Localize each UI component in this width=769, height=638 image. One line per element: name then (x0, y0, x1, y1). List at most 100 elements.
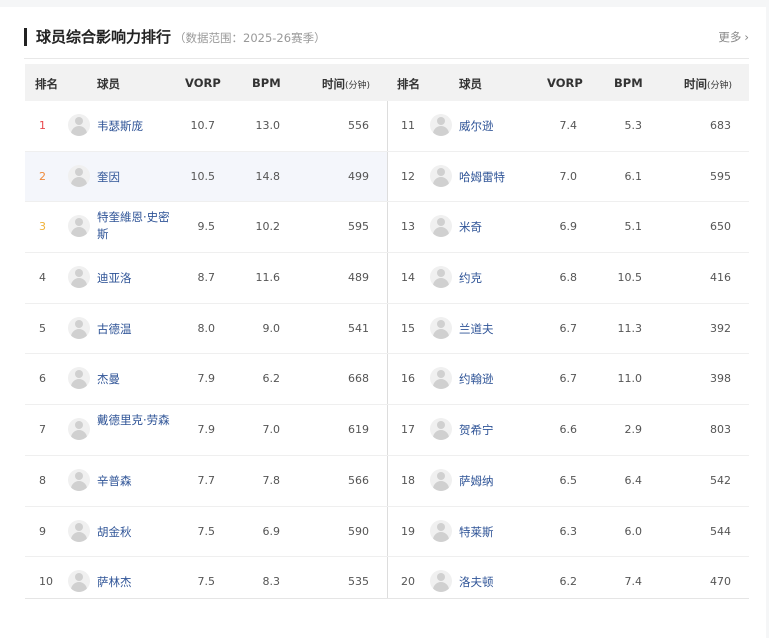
time-cell: 668 (348, 372, 369, 386)
avatar[interactable] (68, 418, 90, 441)
time-cell: 544 (710, 524, 731, 538)
vorp-cell: 6.3 (559, 524, 578, 538)
avatar[interactable] (430, 367, 452, 390)
vorp-cell: 6.7 (559, 321, 578, 335)
rank-cell: 16 (401, 372, 415, 386)
player-name-link[interactable]: 胡金秋 (97, 524, 132, 541)
player-name-link[interactable]: 萨姆纳 (459, 473, 494, 490)
rank-cell: 20 (401, 575, 415, 589)
vorp-cell: 10.7 (190, 119, 216, 132)
player-name-link[interactable]: 米奇 (459, 219, 482, 236)
table-row: 20 洛夫顿 6.2 7.4 470 (387, 557, 749, 607)
time-cell: 542 (710, 473, 731, 487)
time-cell: 535 (348, 575, 369, 589)
rank-cell: 6 (39, 372, 46, 386)
table-row: 7 戴德里克·劳森 7.9 7.0 619 (25, 405, 387, 456)
rank-cell: 15 (401, 321, 415, 335)
avatar[interactable] (68, 519, 90, 542)
player-name-link[interactable]: 古德温 (97, 321, 132, 338)
table-row: 16 约翰逊 6.7 11.0 398 (387, 354, 749, 406)
avatar[interactable] (430, 114, 452, 136)
avatar[interactable] (68, 570, 90, 593)
time-cell: 683 (710, 119, 731, 132)
avatar[interactable] (68, 164, 90, 187)
time-cell: 398 (710, 372, 731, 386)
avatar[interactable] (68, 266, 90, 289)
avatar[interactable] (68, 215, 90, 238)
time-cell: 416 (710, 271, 731, 285)
player-name-link[interactable]: 贺希宁 (459, 422, 494, 439)
rank-cell: 17 (401, 423, 415, 437)
table-header: 排名 球员 VORP BPM 时间(分钟) (387, 64, 749, 101)
avatar[interactable] (430, 468, 452, 491)
vorp-cell: 7.7 (197, 473, 216, 487)
avatar[interactable] (430, 266, 452, 289)
rank-cell: 18 (401, 473, 415, 487)
table-row: 12 哈姆雷特 7.0 6.1 595 (387, 152, 749, 203)
col-vorp: VORP (547, 76, 583, 90)
player-name-link[interactable]: 戴德里克·劳森 (97, 412, 171, 429)
player-name-link[interactable]: 特莱斯 (459, 524, 494, 541)
time-cell: 470 (710, 575, 731, 589)
bpm-cell: 5.1 (624, 220, 643, 234)
time-cell: 499 (348, 169, 369, 183)
avatar[interactable] (430, 570, 452, 593)
more-link[interactable]: 更多 › (718, 29, 749, 45)
bpm-cell: 2.9 (624, 423, 643, 437)
rank-cell: 3 (39, 220, 46, 234)
col-player: 球员 (97, 77, 120, 91)
bpm-cell: 6.9 (262, 524, 281, 538)
table-row: 19 特莱斯 6.3 6.0 544 (387, 507, 749, 558)
bpm-cell: 6.4 (624, 473, 643, 487)
table-body-left: 1 韦瑟斯庞 10.7 13.0 556 2 奎因 10.5 14.8 499 3 特奎維恩·史密斯 9… (25, 101, 387, 607)
avatar[interactable] (68, 468, 90, 491)
avatar[interactable] (430, 519, 452, 542)
avatar[interactable] (430, 418, 452, 441)
vorp-cell: 6.7 (559, 372, 578, 386)
col-rank: 排名 (397, 77, 420, 91)
table-row: 14 约克 6.8 10.5 416 (387, 253, 749, 304)
player-name-link[interactable]: 约克 (459, 270, 482, 287)
player-name-link[interactable]: 萨林杰 (97, 574, 132, 591)
rank-cell: 8 (39, 473, 46, 487)
vorp-cell: 7.4 (559, 119, 578, 132)
player-name-link[interactable]: 洛夫顿 (459, 574, 494, 591)
player-name-link[interactable]: 特奎維恩·史密斯 (97, 209, 171, 243)
rank-cell: 19 (401, 524, 415, 538)
col-vorp: VORP (185, 76, 221, 90)
vorp-cell: 6.6 (559, 423, 578, 437)
player-name-link[interactable]: 兰道夫 (459, 321, 494, 338)
player-name-link[interactable]: 迪亚洛 (97, 270, 132, 287)
col-player: 球员 (459, 77, 482, 91)
time-cell: 619 (348, 423, 369, 437)
player-name-link[interactable]: 杰曼 (97, 371, 120, 388)
vorp-cell: 6.2 (559, 575, 578, 589)
col-bpm: BPM (252, 76, 281, 90)
bpm-cell: 7.8 (262, 473, 281, 487)
rank-cell: 1 (39, 119, 46, 132)
player-name-link[interactable]: 辛普森 (97, 473, 132, 490)
col-time: 时间(分钟) (684, 76, 732, 92)
bpm-cell: 9.0 (262, 321, 281, 335)
avatar[interactable] (430, 215, 452, 238)
player-name-link[interactable]: 奎因 (97, 169, 120, 186)
player-name-link[interactable]: 威尔逊 (459, 118, 494, 135)
bpm-cell: 14.8 (255, 169, 281, 183)
player-name-link[interactable]: 哈姆雷特 (459, 169, 505, 186)
table-row: 5 古德温 8.0 9.0 541 (25, 304, 387, 355)
col-rank: 排名 (35, 77, 58, 91)
avatar[interactable] (68, 367, 90, 390)
avatar[interactable] (430, 164, 452, 187)
time-cell: 489 (348, 271, 369, 285)
avatar[interactable] (68, 114, 90, 136)
bpm-cell: 7.0 (262, 423, 281, 437)
rank-cell: 10 (39, 575, 53, 589)
time-cell: 541 (348, 321, 369, 335)
table-row: 11 威尔逊 7.4 5.3 683 (387, 101, 749, 152)
player-name-link[interactable]: 约翰逊 (459, 371, 494, 388)
bpm-cell: 8.3 (262, 575, 281, 589)
avatar[interactable] (68, 316, 90, 339)
avatar[interactable] (430, 316, 452, 339)
vorp-cell: 7.5 (197, 524, 216, 538)
player-name-link[interactable]: 韦瑟斯庞 (97, 118, 143, 135)
